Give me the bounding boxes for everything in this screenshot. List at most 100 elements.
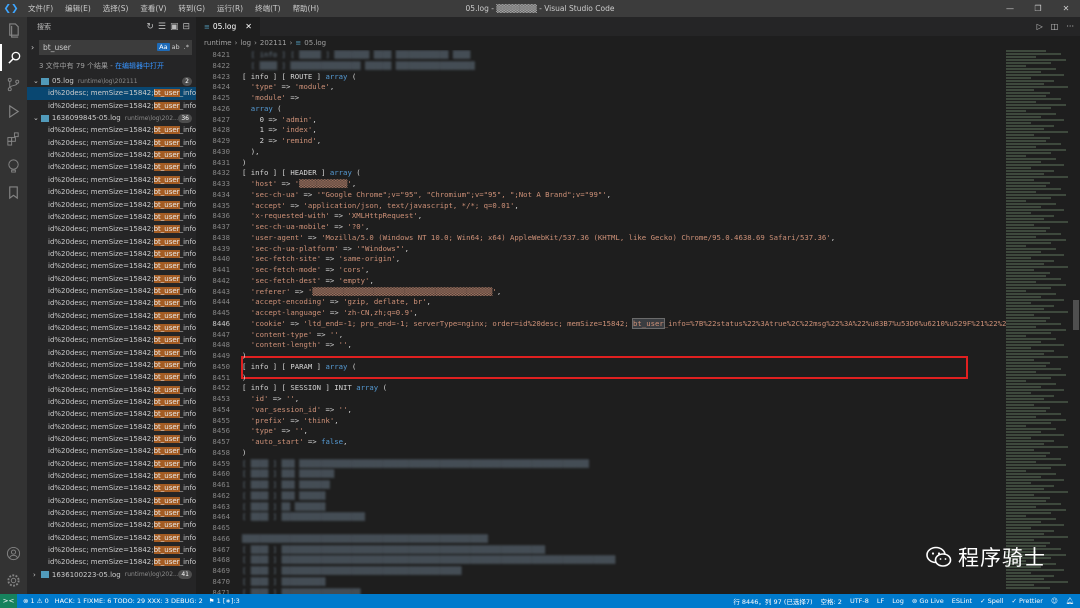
search-result-item[interactable]: id%20desc; memSize=15842; bt_user_info=.…: [27, 285, 196, 297]
code-line[interactable]: 8441 'sec-fetch-mode' => 'cors',: [196, 265, 1006, 276]
code-editor[interactable]: 8421 [ info ] [ ▒▒▒▒▒ ] ▒▒▒▒▒▒▒▒ ▒▒▒▒ ▒▒…: [196, 50, 1006, 594]
code-line[interactable]: 8461 [ ▒▒▒▒ ] ▒▒▒ ▒▒▒▒▒▒▒: [196, 480, 1006, 491]
go-live-button[interactable]: ⊚ Go Live: [912, 597, 944, 605]
menu-edit[interactable]: 编辑(E): [59, 0, 97, 17]
code-line[interactable]: 8470 [ ▒▒▒▒ ] ▒▒▒▒▒▒▒▒▒▒: [196, 577, 1006, 588]
code-line[interactable]: 8424 'type' => 'module',: [196, 82, 1006, 93]
code-line[interactable]: 8460 [ ▒▒▒▒ ] ▒▒▒ ▒▒▒▒▒▒▒▒: [196, 469, 1006, 480]
indentation[interactable]: 空格: 2: [821, 596, 842, 606]
code-line[interactable]: 8452 [ info ] [ SESSION ] INIT array (: [196, 383, 1006, 394]
code-line[interactable]: 8427 0 => 'admin',: [196, 115, 1006, 126]
search-result-item[interactable]: id%20desc; memSize=15842; bt_user_info=.…: [27, 248, 196, 260]
code-line[interactable]: 8464 [ ▒▒▒▒ ] ▒▒▒▒▒▒▒▒▒▒▒▒▒▒▒▒▒▒▒: [196, 512, 1006, 523]
code-line[interactable]: 8422 [ ▒▒▒▒ ] ▒▒▒▒▒▒▒▒▒▒▒▒▒▒▒▒ ▒▒▒▒▒▒ ▒▒…: [196, 61, 1006, 72]
code-line[interactable]: 8466 ▒▒▒▒▒▒▒▒▒▒▒▒▒▒▒▒▒▒▒▒▒▒▒▒▒▒▒▒▒▒▒▒▒▒▒▒…: [196, 534, 1006, 545]
code-line[interactable]: 8451): [196, 373, 1006, 384]
menu-terminal[interactable]: 终端(T): [249, 0, 286, 17]
breadcrumb-202111[interactable]: 202111: [260, 39, 287, 47]
code-line[interactable]: 8436 'x-requested-with' => 'XMLHttpReque…: [196, 211, 1006, 222]
search-result-item[interactable]: id%20desc; memSize=15842; bt_user_info=.…: [27, 223, 196, 235]
code-line[interactable]: 8467 [ ▒▒▒▒ ] ▒▒▒▒▒▒▒▒▒▒▒▒▒▒▒▒▒▒▒▒▒▒▒▒▒▒▒…: [196, 545, 1006, 556]
search-result-item[interactable]: id%20desc; memSize=15842; bt_user_info=.…: [27, 322, 196, 334]
minimize-icon[interactable]: —: [996, 0, 1024, 17]
bookmark-icon[interactable]: [0, 179, 27, 206]
breadcrumb-file[interactable]: 05.log: [304, 39, 326, 47]
code-line[interactable]: 8425 'module' =>: [196, 93, 1006, 104]
search-result-item[interactable]: id%20desc; memSize=15842; bt_user_info=.…: [27, 87, 196, 100]
code-line[interactable]: 8440 'sec-fetch-site' => 'same-origin',: [196, 254, 1006, 265]
vertical-scrollbar[interactable]: [1072, 50, 1080, 594]
cursor-position[interactable]: 行 8446，列 97 (已选择7): [733, 596, 812, 606]
code-line[interactable]: 8431): [196, 158, 1006, 169]
code-line[interactable]: 8435 'accept' => 'application/json, text…: [196, 201, 1006, 212]
code-line[interactable]: 8459 [ ▒▒▒▒ ] ▒▒▒ ▒▒▒▒▒▒▒▒▒▒▒▒▒▒▒▒▒▒▒▒▒▒▒…: [196, 459, 1006, 470]
search-result-item[interactable]: id%20desc; memSize=15842; bt_user_info=.…: [27, 211, 196, 223]
code-line[interactable]: 8454 'var_session_id' => '',: [196, 405, 1006, 416]
search-result-item[interactable]: id%20desc; memSize=15842; bt_user_info=.…: [27, 396, 196, 408]
search-result-item[interactable]: id%20desc; memSize=15842; bt_user_info=.…: [27, 124, 196, 136]
search-result-item[interactable]: id%20desc; memSize=15842; bt_user_info=.…: [27, 519, 196, 531]
code-line[interactable]: 8448 'content-length' => '',: [196, 340, 1006, 351]
menu-help[interactable]: 帮助(H): [287, 0, 326, 17]
code-line[interactable]: 8445 'accept-language' => 'zh-CN,zh;q=0.…: [196, 308, 1006, 319]
code-line[interactable]: 8430 ),: [196, 147, 1006, 158]
search-input-value[interactable]: bt_user: [43, 43, 157, 52]
extra-indicator[interactable]: ⚑ 1 [∗]:3: [209, 597, 240, 605]
code-line[interactable]: 8429 2 => 'remind',: [196, 136, 1006, 147]
code-line[interactable]: 8434 'sec-ch-ua' => '"Google Chrome";v="…: [196, 190, 1006, 201]
search-result-item[interactable]: id%20desc; memSize=15842; bt_user_info=.…: [27, 137, 196, 149]
search-result-item[interactable]: id%20desc; memSize=15842; bt_user_info=.…: [27, 482, 196, 494]
search-result-item[interactable]: id%20desc; memSize=15842; bt_user_info=.…: [27, 433, 196, 445]
search-result-item[interactable]: id%20desc; memSize=15842; bt_user_info=.…: [27, 334, 196, 346]
result-file-row[interactable]: › 1636100223-05.log runtime\log\202... 41: [27, 569, 196, 581]
search-result-item[interactable]: id%20desc; memSize=15842; bt_user_info=.…: [27, 260, 196, 272]
search-result-item[interactable]: id%20desc; memSize=15842; bt_user_info=.…: [27, 235, 196, 247]
search-result-item[interactable]: id%20desc; memSize=15842; bt_user_info=.…: [27, 470, 196, 482]
code-line[interactable]: 8456 'type' => '',: [196, 426, 1006, 437]
account-icon[interactable]: [0, 540, 27, 567]
explorer-icon[interactable]: [0, 17, 27, 44]
code-line[interactable]: 8465: [196, 523, 1006, 534]
spell-indicator[interactable]: ✓ Spell: [980, 597, 1003, 605]
search-result-item[interactable]: id%20desc; memSize=15842; bt_user_info=.…: [27, 532, 196, 544]
search-result-item[interactable]: id%20desc; memSize=15842; bt_user_info=.…: [27, 408, 196, 420]
menu-view[interactable]: 查看(V): [134, 0, 172, 17]
code-line[interactable]: 8433 'host' => '▒▒▒▒▒▒▒▒▒▒▒',: [196, 179, 1006, 190]
source-control-icon[interactable]: [0, 71, 27, 98]
feedback-icon[interactable]: ☺: [1051, 597, 1058, 605]
search-icon[interactable]: [0, 44, 27, 71]
prettier-indicator[interactable]: ✓ Prettier: [1012, 597, 1043, 605]
settings-gear-icon[interactable]: [0, 567, 27, 594]
result-file-row[interactable]: ⌄ 05.log runtime\log\202111 2: [27, 75, 196, 87]
search-result-item[interactable]: id%20desc; memSize=15842; bt_user_info=.…: [27, 186, 196, 198]
match-whole-word-toggle[interactable]: ab: [170, 43, 182, 51]
chevron-right-icon[interactable]: ›: [33, 571, 41, 579]
refresh-icon[interactable]: ↻: [146, 22, 154, 32]
search-result-item[interactable]: id%20desc; memSize=15842; bt_user_info=.…: [27, 544, 196, 556]
code-line[interactable]: 8446 'cookie' => 'ltd_end=-1; pro_end=-1…: [196, 317, 1006, 330]
code-line[interactable]: 8469 [ ▒▒▒▒ ] ▒▒▒▒▒▒▒▒▒▒▒▒▒▒▒▒▒▒▒▒▒▒▒▒▒▒▒…: [196, 566, 1006, 577]
code-line[interactable]: 8442 'sec-fetch-dest' => 'empty',: [196, 276, 1006, 287]
extensions-icon[interactable]: [0, 125, 27, 152]
search-result-item[interactable]: id%20desc; memSize=15842; bt_user_info=.…: [27, 384, 196, 396]
code-line[interactable]: 8468 [ ▒▒▒▒ ] ▒▒▒▒▒▒▒▒▒▒▒▒▒▒▒▒▒▒▒▒▒▒▒▒▒▒▒…: [196, 555, 1006, 566]
search-result-item[interactable]: id%20desc; memSize=15842; bt_user_info=.…: [27, 149, 196, 161]
search-result-item[interactable]: id%20desc; memSize=15842; bt_user_info=.…: [27, 198, 196, 210]
chevron-down-icon[interactable]: ⌄: [33, 77, 41, 85]
clear-results-icon[interactable]: ☰: [158, 22, 166, 32]
minimap[interactable]: [1006, 50, 1072, 594]
menu-selection[interactable]: 选择(S): [97, 0, 135, 17]
search-input[interactable]: bt_user Aa ab .*: [39, 39, 192, 55]
search-result-item[interactable]: id%20desc; memSize=15842; bt_user_info=.…: [27, 100, 196, 112]
close-tab-icon[interactable]: ✕: [245, 22, 252, 31]
code-line[interactable]: 8437 'sec-ch-ua-mobile' => '?0',: [196, 222, 1006, 233]
toggle-replace-icon[interactable]: ›: [31, 43, 39, 52]
new-search-editor-icon[interactable]: ▣: [170, 22, 179, 32]
run-icon[interactable]: ▷: [1037, 22, 1043, 31]
search-result-item[interactable]: id%20desc; memSize=15842; bt_user_info=.…: [27, 174, 196, 186]
code-line[interactable]: 8439 'sec-ch-ua-platform' => '"Windows"'…: [196, 244, 1006, 255]
result-file-row[interactable]: ⌄ 1636099845-05.log runtime\log\202... 36: [27, 112, 196, 124]
code-line[interactable]: 8444 'accept-encoding' => 'gzip, deflate…: [196, 297, 1006, 308]
code-line[interactable]: 8462 [ ▒▒▒▒ ] ▒▒▒ ▒▒▒▒▒▒: [196, 491, 1006, 502]
problems-indicator[interactable]: ⊗ 1 ⚠ 0: [23, 597, 49, 605]
